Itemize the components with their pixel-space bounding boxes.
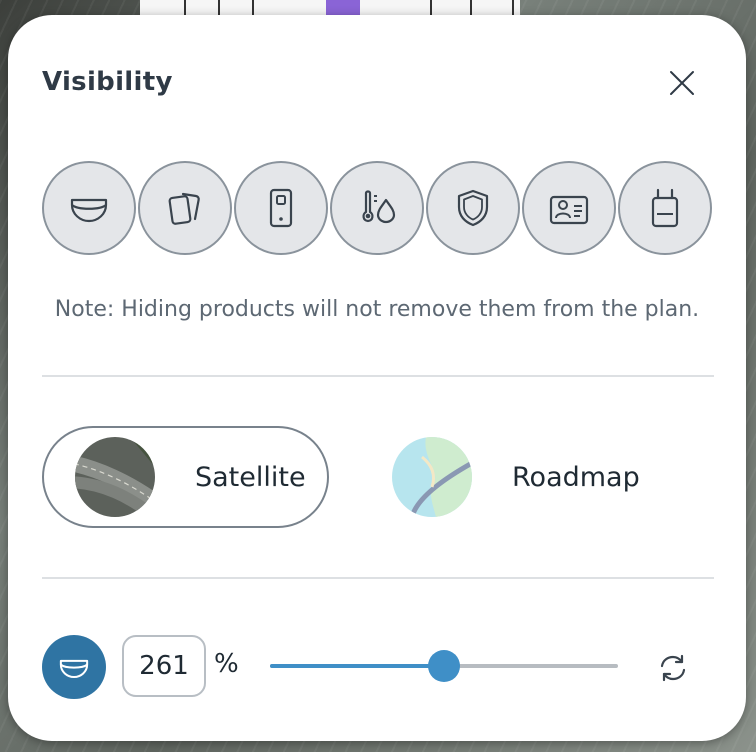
refresh-icon [660,654,686,682]
toggle-badge[interactable] [522,161,616,255]
divider [42,577,714,579]
toggle-access-card[interactable] [138,161,232,255]
dome-camera-icon [70,198,108,223]
map-type-roadmap[interactable]: Roadmap [390,426,677,528]
opacity-slider[interactable] [270,650,618,682]
map-type-label: Satellite [195,461,306,493]
toggle-environmental-sensor[interactable] [330,161,424,255]
id-badge-icon [549,195,589,225]
toggle-intercom[interactable] [234,161,328,255]
access-card-icon [168,192,200,225]
map-type-satellite[interactable]: Satellite [42,426,329,528]
percent-unit: % [214,649,239,679]
divider [42,375,714,377]
gateway-icon [651,188,679,228]
panel-title: Visibility [42,67,173,97]
roadmap-thumbnail [392,437,472,517]
toggle-gateway[interactable] [618,161,712,255]
map-type-label: Roadmap [512,461,640,493]
visibility-panel: Visibility Note: Hiding products will no… [8,15,746,741]
opacity-input[interactable] [122,635,206,697]
slider-fill [270,664,444,668]
intercom-icon [269,188,293,228]
close-button[interactable] [664,65,700,101]
satellite-thumbnail [75,437,155,517]
temperature-humidity-icon [362,190,396,224]
shield-icon [457,189,489,227]
toggle-dome-camera[interactable] [42,161,136,255]
reset-button[interactable] [652,647,694,689]
visibility-note: Note: Hiding products will not remove th… [54,297,700,322]
close-icon [670,71,694,95]
plan-visibility-button[interactable] [42,635,106,699]
slider-thumb[interactable] [428,650,460,682]
dome-camera-icon [59,659,89,679]
toggle-alarm[interactable] [426,161,520,255]
